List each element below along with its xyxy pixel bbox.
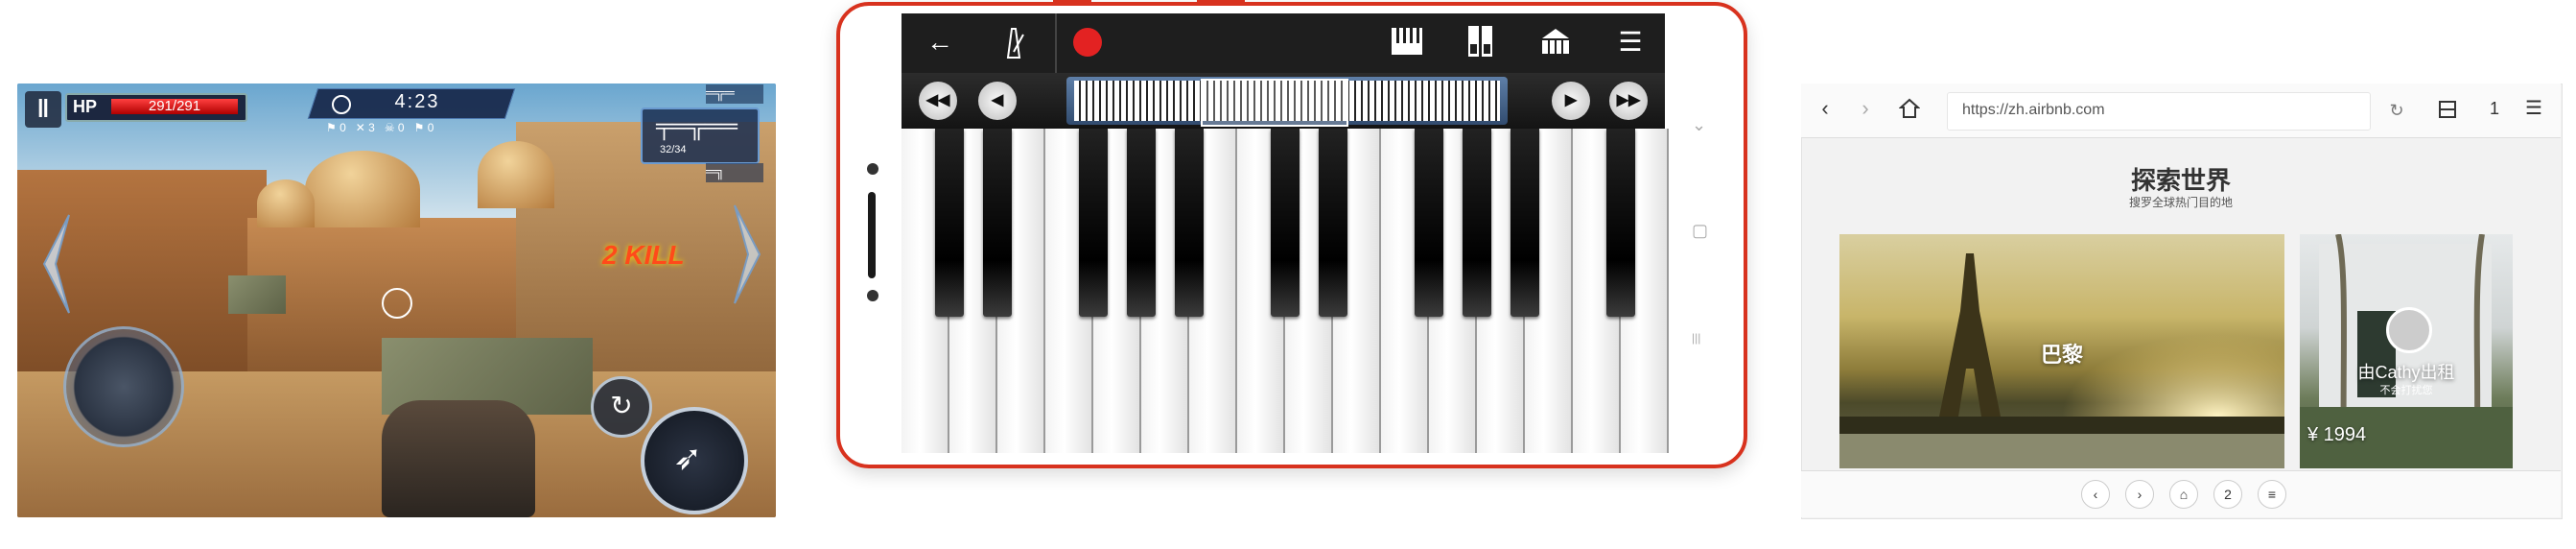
black-key[interactable] xyxy=(1127,129,1156,317)
page-title: 探索世界 xyxy=(2130,166,2231,195)
square-icon[interactable]: ▢ xyxy=(1692,221,1708,241)
black-key[interactable] xyxy=(1175,129,1204,317)
host-avatar[interactable] xyxy=(2386,307,2432,353)
toolbar-divider xyxy=(1055,13,1057,73)
black-key[interactable] xyxy=(1510,129,1539,317)
black-key[interactable] xyxy=(1415,129,1443,317)
host-label: 由Cathy出租 xyxy=(2357,363,2455,382)
black-key[interactable] xyxy=(1079,129,1108,317)
host-sublabel: 不会打扰您 xyxy=(2379,385,2433,396)
pause-icon: ‖ xyxy=(36,94,50,123)
kill-streak-badge: 2 KILL xyxy=(602,240,685,270)
right-arrow-icon[interactable] xyxy=(727,202,765,307)
chevron-down-icon[interactable]: ⌄ xyxy=(1692,115,1706,135)
black-key[interactable] xyxy=(1319,129,1347,317)
back-button[interactable]: ← xyxy=(921,23,959,61)
back-icon[interactable]: ‹ xyxy=(1811,94,1839,123)
secondary-weapon-slot[interactable]: ═╦═ xyxy=(706,84,763,104)
game-dome xyxy=(305,151,420,227)
piano-keys-icon[interactable] xyxy=(1391,27,1423,56)
menu-icon[interactable]: ☰ xyxy=(2519,94,2548,123)
fast-forward-button[interactable]: ▶▶ xyxy=(1609,82,1648,120)
home-icon[interactable] xyxy=(1899,98,1920,119)
piano-keyboard[interactable] xyxy=(902,129,1669,453)
rewind-button[interactable]: ◀◀ xyxy=(919,82,957,120)
fire-button[interactable]: ➶ xyxy=(641,407,748,514)
menu-button[interactable]: ☰ xyxy=(1611,23,1650,61)
black-key[interactable] xyxy=(935,129,964,317)
hp-label: HP xyxy=(73,97,98,116)
reload-icon[interactable]: ↻ xyxy=(2382,96,2411,125)
black-key[interactable] xyxy=(1271,129,1300,317)
team-icon: ⚑ 0 ✕ 3 ☠ 0 ⚑ 0 xyxy=(326,121,434,134)
metronome-icon[interactable] xyxy=(999,25,1028,60)
black-key[interactable] xyxy=(983,129,1012,317)
previous-button[interactable]: ◀ xyxy=(978,82,1017,120)
crosshair-icon xyxy=(382,288,412,319)
phone-volume-button xyxy=(1053,0,1091,3)
page-subtitle: 搜罗全球热门目的地 xyxy=(2128,196,2233,209)
keyboard-viewport-window[interactable] xyxy=(1201,79,1348,127)
paris-label: 巴黎 xyxy=(2040,343,2083,367)
game-crate xyxy=(228,275,286,314)
phone-sensor xyxy=(867,290,878,301)
recent-apps-icon[interactable]: ||| xyxy=(1692,331,1700,345)
joystick-icon[interactable] xyxy=(63,326,184,447)
assault-rifle-icon: ╤═╦══ xyxy=(656,113,738,139)
phone-power-button xyxy=(1197,0,1245,3)
ammo-count: 32/34 xyxy=(660,144,687,155)
timer-text: 4:23 xyxy=(394,91,440,112)
hp-bar: HP 291/291 xyxy=(65,93,247,122)
black-key[interactable] xyxy=(1463,129,1491,317)
next-button[interactable]: ▶ xyxy=(1552,82,1590,120)
piano-icon[interactable] xyxy=(1540,27,1571,56)
game-dome xyxy=(478,141,554,208)
back-circle-icon[interactable]: ‹ xyxy=(2081,480,2110,509)
phone-camera xyxy=(867,163,878,175)
phone-speaker xyxy=(868,192,876,278)
tabs-circle-button[interactable]: 2 xyxy=(2213,480,2242,509)
fire-icon: ➶ xyxy=(673,438,703,477)
team-score-row: ⚑ 0 ✕ 3 ☠ 0 ⚑ 0 xyxy=(326,121,518,140)
qr-scan-icon[interactable] xyxy=(2438,100,2457,119)
url-text: https://zh.airbnb.com xyxy=(1962,102,2105,118)
reload-button[interactable]: ↻ xyxy=(591,376,652,438)
tab-count[interactable]: 1 xyxy=(2480,94,2509,123)
rifle-icon: ═╦═ xyxy=(706,84,735,100)
forward-circle-icon[interactable]: › xyxy=(2125,480,2154,509)
dual-keyboard-icon[interactable] xyxy=(1467,25,1494,58)
record-button[interactable] xyxy=(1073,28,1102,57)
hp-value: 291/291 xyxy=(148,98,201,114)
game-soldier xyxy=(382,400,535,517)
game-dome xyxy=(257,179,315,227)
listing-price: ¥ 1994 xyxy=(2307,424,2367,445)
pause-button[interactable]: ‖ xyxy=(25,91,61,128)
reload-icon: ↻ xyxy=(610,391,633,420)
primary-weapon-slot[interactable]: ╤═╦══ 32/34 xyxy=(641,107,760,164)
menu-circle-icon[interactable]: ≡ xyxy=(2258,480,2286,509)
home-circle-icon[interactable]: ⌂ xyxy=(2169,480,2198,509)
grenade-weapon-slot[interactable]: ═╗ xyxy=(706,163,763,182)
left-arrow-icon[interactable] xyxy=(38,211,77,317)
black-key[interactable] xyxy=(1606,129,1635,317)
forward-icon[interactable]: › xyxy=(1851,94,1880,123)
pistol-icon: ═╗ xyxy=(706,163,725,179)
